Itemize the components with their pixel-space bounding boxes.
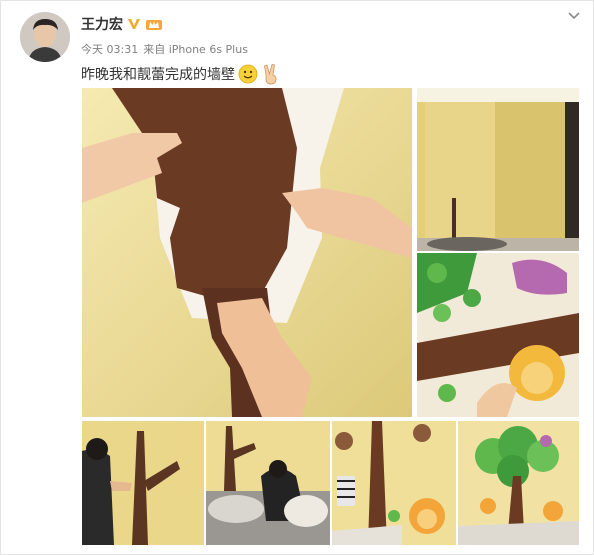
post-text-row: 昨晚我和靓蕾完成的墙壁: [81, 63, 281, 85]
photo-thumb-3[interactable]: [332, 421, 456, 545]
photo-decal-closeup[interactable]: [417, 253, 579, 417]
photo-thumb-4[interactable]: [458, 421, 579, 545]
chevron-down-icon[interactable]: [567, 10, 581, 22]
post-source: 来自 iPhone 6s Plus: [143, 43, 248, 56]
avatar[interactable]: [20, 12, 70, 62]
smile-emoji-icon: [238, 64, 258, 84]
photo-room-corner[interactable]: [417, 88, 579, 251]
verified-v-icon: [128, 19, 140, 29]
post-meta: 今天 03:31 来自 iPhone 6s Plus: [81, 41, 248, 57]
vip-crown-icon[interactable]: [145, 17, 163, 31]
photo-thumb-1[interactable]: [82, 421, 204, 545]
post-time[interactable]: 今天 03:31: [81, 41, 138, 57]
weibo-post-card: 王力宏 今天 03:31 来自 iPhone 6s Plus 昨晚我和靓蕾完成的…: [0, 0, 594, 555]
author-name[interactable]: 王力宏: [81, 14, 123, 34]
author-row: 王力宏: [81, 13, 163, 35]
post-text: 昨晚我和靓蕾完成的墙壁: [81, 67, 235, 83]
victory-hand-emoji-icon: [264, 64, 277, 85]
photo-main[interactable]: [82, 88, 412, 417]
photo-thumb-2[interactable]: [206, 421, 330, 545]
